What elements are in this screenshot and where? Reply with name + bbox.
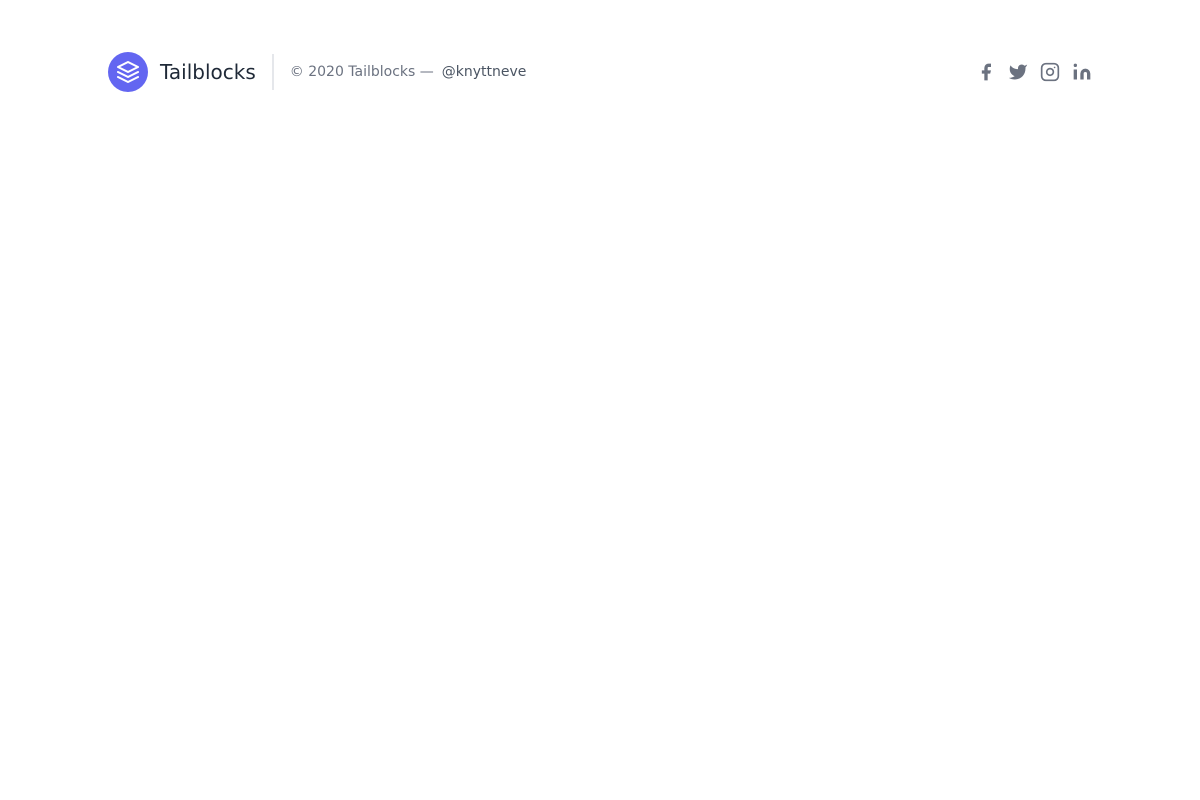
copyright-text: © 2020 Tailblocks — [289, 64, 434, 80]
social-links [964, 62, 1092, 82]
facebook-icon [981, 63, 991, 81]
twitter-link[interactable] [1008, 62, 1028, 82]
facebook-link[interactable] [976, 62, 996, 82]
author-handle-link[interactable]: @knyttneve [442, 64, 527, 80]
instagram-icon [1040, 62, 1060, 82]
footer: Tailblocks © 2020 Tailblocks — @knyttnev… [0, 0, 1200, 144]
layers-icon [108, 52, 148, 92]
instagram-link[interactable] [1040, 62, 1060, 82]
brand-link[interactable]: Tailblocks [108, 52, 256, 92]
brand-name: Tailblocks [160, 60, 256, 84]
linkedin-link[interactable] [1072, 62, 1092, 82]
copyright: © 2020 Tailblocks — @knyttneve [290, 64, 527, 80]
linkedin-icon [1073, 63, 1091, 80]
twitter-icon [1008, 64, 1028, 80]
divider [271, 54, 274, 90]
